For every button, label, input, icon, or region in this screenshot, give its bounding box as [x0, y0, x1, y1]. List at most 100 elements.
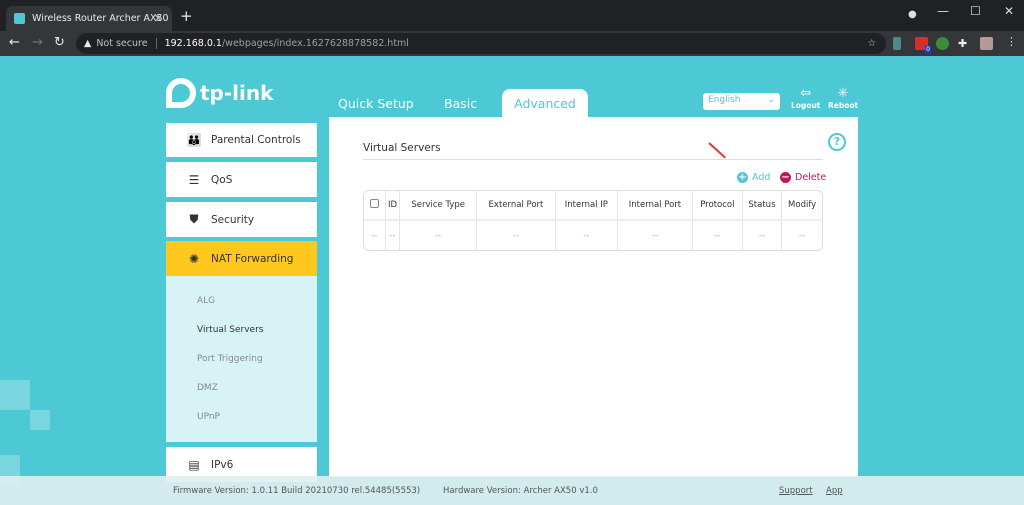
sidebar-item-security[interactable]: ⛊ Security: [166, 202, 317, 237]
browser-tab-bar: Wireless Router Archer AX50 ✕ + ● — ☐ ✕: [0, 0, 1024, 31]
url-input[interactable]: ▲ Not secure 192.168.0.1/webpages/index.16…: [76, 33, 886, 54]
tab-quick-setup[interactable]: Quick Setup: [338, 96, 414, 111]
menu-icon[interactable]: ⋮: [1006, 35, 1017, 48]
table-cell: --: [364, 221, 386, 250]
tab-advanced[interactable]: Advanced: [502, 89, 588, 118]
sidebar-item-label: Parental Controls: [211, 134, 301, 146]
logo-mark-icon: [166, 78, 196, 108]
plus-circle-icon: +: [737, 172, 748, 183]
logout-icon: ⇦: [800, 86, 812, 101]
virtual-servers-table: ID Service Type External Port Internal I…: [363, 190, 823, 251]
extension-icon[interactable]: [893, 37, 901, 50]
column-header: Modify: [782, 191, 822, 221]
submenu-dmz[interactable]: DMZ: [197, 383, 218, 393]
submenu-alg[interactable]: ALG: [197, 296, 215, 306]
logout-label: Logout: [791, 101, 821, 110]
close-window-button[interactable]: ✕: [1004, 4, 1014, 18]
extensions-puzzle-icon[interactable]: ✚: [958, 37, 967, 50]
hardware-version: Hardware Version: Archer AX50 v1.0: [443, 486, 598, 496]
minus-circle-icon: −: [780, 172, 791, 183]
qos-icon: ☰: [188, 172, 200, 187]
select-all-checkbox[interactable]: [364, 191, 386, 221]
table-cell: --: [618, 221, 693, 250]
submenu-upnp[interactable]: UPnP: [197, 412, 220, 422]
sidebar-item-label: Security: [211, 213, 255, 226]
main-panel: Virtual Servers ? + Add − Delete ID Servic…: [329, 117, 858, 477]
table-cell: --: [400, 221, 478, 250]
maximize-button[interactable]: ☐: [970, 4, 981, 18]
table-cell: --: [386, 221, 401, 250]
submenu-virtual-servers[interactable]: Virtual Servers: [197, 325, 263, 335]
support-link[interactable]: Support: [779, 486, 813, 496]
table-row: -- -- -- -- -- -- -- -- --: [364, 221, 822, 250]
column-header: Service Type: [400, 191, 478, 221]
add-label: Add: [752, 172, 771, 183]
extension-badge-icon[interactable]: 0: [915, 37, 931, 53]
new-tab-button[interactable]: +: [180, 7, 193, 25]
delete-button[interactable]: − Delete: [780, 172, 826, 183]
reboot-icon: ✳: [837, 86, 849, 101]
ext-badge-count: 0: [925, 46, 931, 53]
table-cell: --: [799, 230, 806, 241]
extension-icon[interactable]: [936, 37, 949, 50]
column-header: Protocol: [693, 191, 743, 221]
column-header: External Port: [477, 191, 556, 221]
column-header: ID: [386, 191, 401, 221]
table-header: ID Service Type External Port Internal I…: [364, 191, 822, 221]
column-header: Internal IP: [555, 191, 618, 221]
table-cell: --: [743, 221, 783, 250]
tplink-logo[interactable]: tp-link: [166, 78, 273, 108]
logo-text: tp-link: [200, 81, 274, 105]
app-link[interactable]: App: [826, 486, 843, 496]
language-select[interactable]: English ⌄: [703, 93, 780, 110]
browser-tab[interactable]: Wireless Router Archer AX50 ✕: [6, 6, 172, 31]
warning-icon: ▲: [84, 38, 92, 49]
sidebar-item-parental-controls[interactable]: 👪 Parental Controls: [166, 123, 317, 157]
family-icon: 👪: [186, 133, 202, 147]
address-bar: ← → ↻ ▲ Not secure 192.168.0.1/webpages/in…: [0, 31, 1024, 56]
logout-button[interactable]: ⇦ Logout: [791, 86, 820, 110]
red-arrow-annotation: [708, 142, 727, 159]
column-header: Status: [742, 191, 783, 221]
minimize-button[interactable]: —: [937, 4, 949, 18]
divider: [363, 159, 823, 160]
sidebar-item-qos[interactable]: ☰ QoS: [166, 162, 317, 197]
delete-label: Delete: [795, 172, 827, 183]
firmware-version: Firmware Version: 1.0.11 Build 20210730 …: [173, 486, 421, 496]
footer: Firmware Version: 1.0.11 Build 20210730 …: [0, 476, 1024, 505]
column-header: Internal Port: [617, 191, 693, 221]
sidebar-item-label: QoS: [211, 173, 233, 186]
sidebar-item-nat-forwarding[interactable]: ✺ NAT Forwarding: [166, 241, 317, 276]
avatar[interactable]: [980, 37, 993, 50]
reload-icon[interactable]: ↻: [54, 35, 65, 50]
table-cell: --: [556, 221, 618, 250]
sidebar-item-label: NAT Forwarding: [211, 252, 294, 265]
submenu-port-triggering[interactable]: Port Triggering: [197, 354, 263, 364]
tab-title: Wireless Router Archer AX50: [32, 13, 169, 24]
decoration: [30, 410, 50, 430]
favicon-icon: [14, 13, 25, 24]
url-path: /webpages/index.1627628878582.html: [221, 38, 409, 49]
chevron-down-icon: ⌄: [767, 95, 775, 105]
nat-icon: ✺: [188, 251, 200, 266]
ipv6-icon: ▤: [188, 457, 200, 472]
profile-dropdown-icon[interactable]: ●: [908, 9, 917, 20]
bookmark-star-icon[interactable]: ☆: [867, 38, 876, 49]
add-button[interactable]: + Add: [737, 172, 770, 183]
table-cell: --: [693, 221, 743, 250]
checkbox[interactable]: [370, 199, 379, 208]
reboot-button[interactable]: ✳ Reboot: [828, 86, 858, 110]
tab-basic[interactable]: Basic: [444, 96, 477, 111]
page-title: Virtual Servers: [363, 142, 441, 154]
url-host: 192.168.0.1: [164, 38, 222, 49]
nat-submenu: ALG Virtual Servers Port Triggering DMZ …: [166, 276, 317, 442]
sidebar-item-label: IPv6: [211, 458, 234, 471]
reboot-label: Reboot: [828, 101, 859, 110]
close-tab-icon[interactable]: ✕: [154, 12, 163, 25]
security-label[interactable]: Not secure: [96, 38, 157, 49]
help-icon[interactable]: ?: [828, 133, 846, 151]
back-icon[interactable]: ←: [9, 35, 20, 50]
decoration: [0, 380, 30, 410]
shield-icon: ⛊: [189, 212, 199, 226]
forward-icon[interactable]: →: [32, 35, 43, 50]
